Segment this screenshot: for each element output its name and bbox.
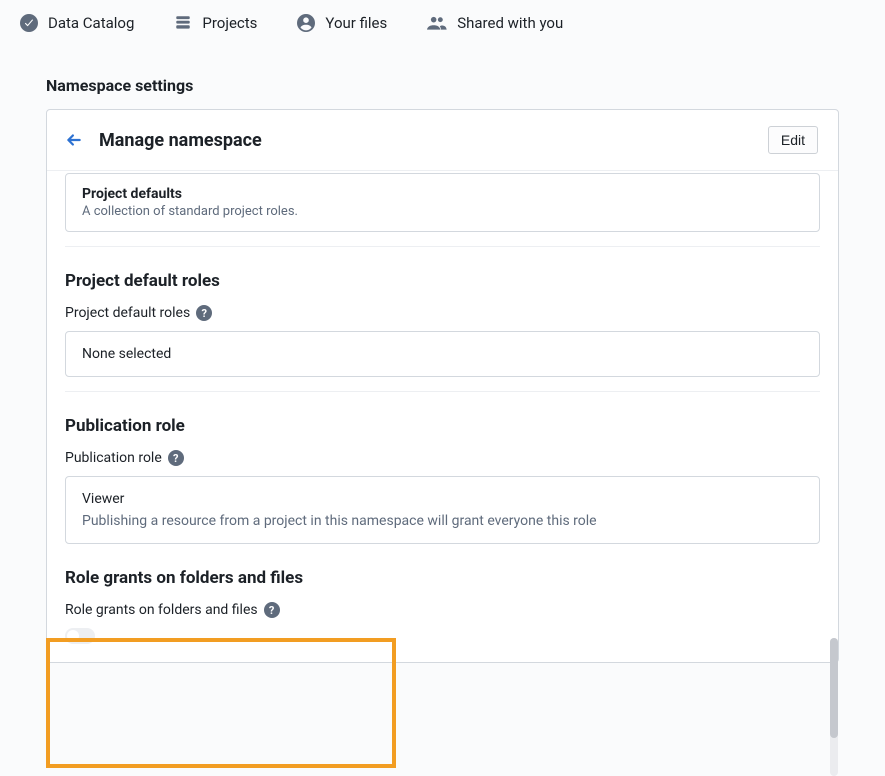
project-roles-value-text: None selected xyxy=(82,346,803,362)
page-title: Namespace settings xyxy=(46,46,839,109)
card-title: Project defaults xyxy=(82,186,803,202)
nav-projects[interactable]: Projects xyxy=(174,14,257,32)
users-icon xyxy=(427,14,447,32)
top-nav: Data Catalog Projects Your files Shared … xyxy=(0,0,885,46)
role-grants-label: Role grants on folders and files xyxy=(65,602,258,618)
panel-header: Manage namespace Edit xyxy=(47,110,838,171)
section-project-roles-heading: Project default roles xyxy=(65,271,820,291)
publication-role-desc: Publishing a resource from a project in … xyxy=(82,513,803,529)
publication-label-row: Publication role ? xyxy=(65,450,820,466)
nav-shared[interactable]: Shared with you xyxy=(427,14,563,32)
nav-label: Shared with you xyxy=(457,14,563,32)
role-grants-label-row: Role grants on folders and files ? xyxy=(65,602,820,618)
back-button[interactable] xyxy=(65,131,83,149)
project-roles-value: None selected xyxy=(65,331,820,377)
help-icon[interactable]: ? xyxy=(264,602,280,618)
publication-role-name: Viewer xyxy=(82,491,803,507)
scrollbar[interactable] xyxy=(830,638,838,776)
user-circle-icon xyxy=(297,14,315,32)
section-role-grants-heading: Role grants on folders and files xyxy=(65,568,820,588)
nav-label: Your files xyxy=(325,14,387,32)
nav-label: Projects xyxy=(202,14,257,32)
nav-your-files[interactable]: Your files xyxy=(297,14,387,32)
edit-button[interactable]: Edit xyxy=(768,126,818,154)
help-icon[interactable]: ? xyxy=(168,450,184,466)
nav-label: Data Catalog xyxy=(48,14,134,32)
divider xyxy=(65,246,820,247)
project-defaults-card: Project defaults A collection of standar… xyxy=(65,173,820,232)
panel-title: Manage namespace xyxy=(99,130,262,151)
check-circle-icon xyxy=(20,14,38,32)
project-roles-label: Project default roles xyxy=(65,305,190,321)
toggle-knob xyxy=(67,630,79,642)
section-publication-heading: Publication role xyxy=(65,416,820,436)
role-grants-toggle[interactable] xyxy=(65,628,95,644)
help-icon[interactable]: ? xyxy=(196,305,212,321)
divider xyxy=(65,391,820,392)
nav-data-catalog[interactable]: Data Catalog xyxy=(20,14,134,32)
stack-icon xyxy=(174,14,192,32)
publication-role-value: Viewer Publishing a resource from a proj… xyxy=(65,476,820,544)
card-subtitle: A collection of standard project roles. xyxy=(82,204,803,219)
namespace-panel: Manage namespace Edit Project defaults A… xyxy=(46,109,839,663)
publication-label: Publication role xyxy=(65,450,162,466)
scrollbar-thumb xyxy=(830,638,838,738)
project-roles-label-row: Project default roles ? xyxy=(65,305,820,321)
